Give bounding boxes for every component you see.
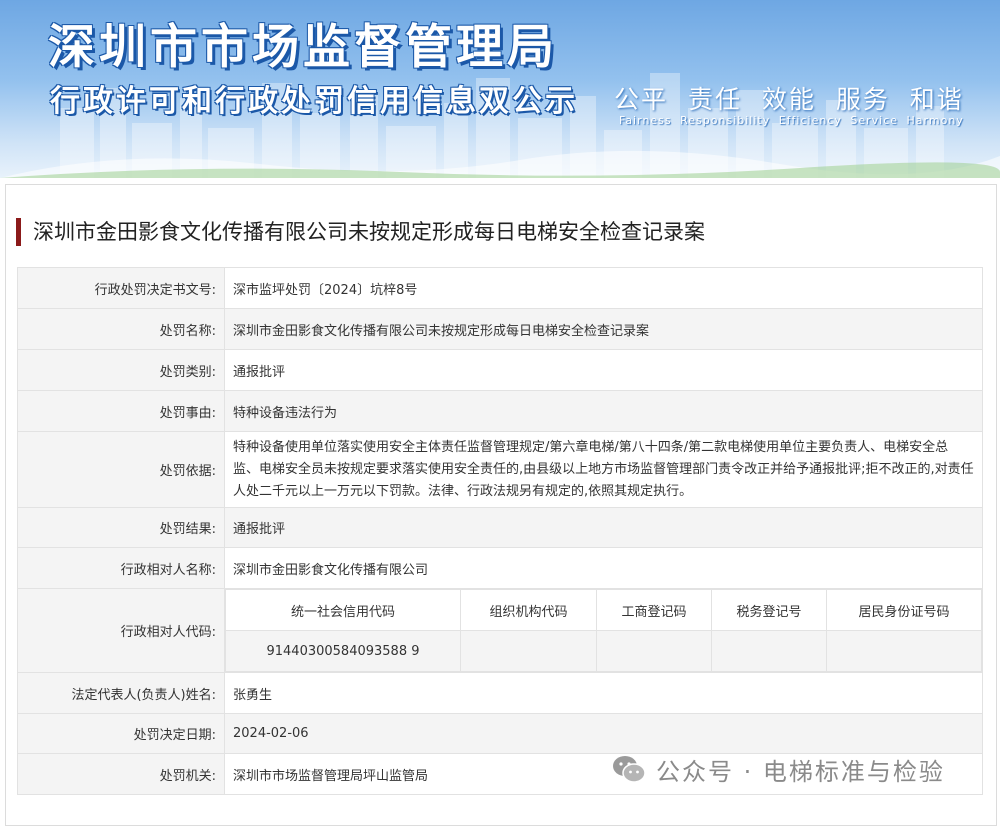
- legal-rep-value: 张勇生: [224, 672, 983, 714]
- penalty-name-label: 处罚名称:: [17, 308, 225, 350]
- decision-date-label: 处罚决定日期:: [17, 713, 225, 754]
- decision-no-label: 行政处罚决定书文号:: [17, 267, 225, 309]
- table-row: 法定代表人(负责人)姓名: 张勇生: [17, 672, 983, 714]
- penalty-type-value: 通报批评: [224, 349, 983, 391]
- penalty-reason-value: 特种设备违法行为: [224, 390, 983, 432]
- banner-title: 深圳市市场监督管理局: [48, 20, 558, 75]
- decision-date-value: 2024-02-06: [224, 713, 983, 754]
- penalty-info-table: 行政处罚决定书文号: 深市监坪处罚〔2024〕坑梓8号 处罚名称: 深圳市金田影…: [17, 267, 983, 795]
- org-code-value: [460, 630, 597, 672]
- party-code-table: 统一社会信用代码 组织机构代码 工商登记码 税务登记号 居民身份证号码 9144…: [225, 589, 982, 672]
- penalty-reason-label: 处罚事由:: [17, 390, 225, 432]
- party-name-value: 深圳市金田影食文化传播有限公司: [224, 547, 983, 589]
- decision-no-value: 深市监坪处罚〔2024〕坑梓8号: [224, 267, 983, 309]
- code-header: 税务登记号: [711, 589, 827, 631]
- penalty-result-value: 通报批评: [224, 507, 983, 548]
- penalty-name-value: 深圳市金田影食文化传播有限公司未按规定形成每日电梯安全检查记录案: [224, 308, 983, 350]
- table-row: 处罚结果: 通报批评: [17, 507, 983, 548]
- code-header: 统一社会信用代码: [225, 589, 461, 631]
- wechat-icon: [613, 756, 646, 783]
- table-row: 行政相对人名称: 深圳市金田影食文化传播有限公司: [17, 547, 983, 589]
- party-code-label: 行政相对人代码:: [17, 588, 225, 673]
- penalty-basis-value: 特种设备使用单位落实使用安全主体责任监督管理规定/第六章电梯/第八十四条/第二款…: [233, 439, 974, 499]
- party-code-cell: 统一社会信用代码 组织机构代码 工商登记码 税务登记号 居民身份证号码 9144…: [224, 588, 983, 673]
- code-header: 组织机构代码: [460, 589, 597, 631]
- banner-values: 公平 责任 效能 服务 和谐: [614, 85, 964, 114]
- code-header: 工商登记码: [596, 589, 712, 631]
- banner-values-english: Fairness Responsibility Efficiency Servi…: [619, 114, 964, 127]
- table-row: 处罚类别: 通报批评: [17, 349, 983, 391]
- penalty-basis-label: 处罚依据:: [17, 431, 225, 508]
- watermark-text: 公众号 · 电梯标准与检验: [656, 757, 945, 786]
- penalty-result-label: 处罚结果:: [17, 507, 225, 548]
- table-row: 91440300584093588 9: [225, 630, 982, 672]
- table-row: 统一社会信用代码 组织机构代码 工商登记码 税务登记号 居民身份证号码: [225, 589, 982, 631]
- case-title: 深圳市金田影食文化传播有限公司未按规定形成每日电梯安全检查记录案: [16, 218, 705, 246]
- watermark: 公众号 · 电梯标准与检验: [612, 752, 945, 786]
- table-row: 处罚决定日期: 2024-02-06: [17, 713, 983, 754]
- table-row: 处罚依据: 特种设备使用单位落实使用安全主体责任监督管理规定/第六章电梯/第八十…: [17, 431, 983, 508]
- code-header: 居民身份证号码: [826, 589, 982, 631]
- id-card-value: [826, 630, 982, 672]
- legal-rep-label: 法定代表人(负责人)姓名:: [17, 672, 225, 714]
- table-row: 行政处罚决定书文号: 深市监坪处罚〔2024〕坑梓8号: [17, 267, 983, 309]
- business-reg-value: [596, 630, 712, 672]
- tax-reg-value: [711, 630, 827, 672]
- penalty-type-label: 处罚类别:: [17, 349, 225, 391]
- table-row: 行政相对人代码: 统一社会信用代码 组织机构代码 工商登记码 税务登记号 居民身…: [17, 588, 983, 673]
- table-row: 处罚事由: 特种设备违法行为: [17, 390, 983, 432]
- table-row: 处罚名称: 深圳市金田影食文化传播有限公司未按规定形成每日电梯安全检查记录案: [17, 308, 983, 350]
- party-name-label: 行政相对人名称:: [17, 547, 225, 589]
- credit-code-value: 91440300584093588 9: [225, 630, 461, 672]
- banner-subtitle: 行政许可和行政处罚信用信息双公示: [50, 84, 578, 119]
- penalty-basis-cell: 特种设备使用单位落实使用安全主体责任监督管理规定/第六章电梯/第八十四条/第二款…: [224, 431, 983, 508]
- header-banner: 深圳市市场监督管理局 行政许可和行政处罚信用信息双公示 公平 责任 效能 服务 …: [0, 0, 1000, 178]
- authority-label: 处罚机关:: [17, 753, 225, 795]
